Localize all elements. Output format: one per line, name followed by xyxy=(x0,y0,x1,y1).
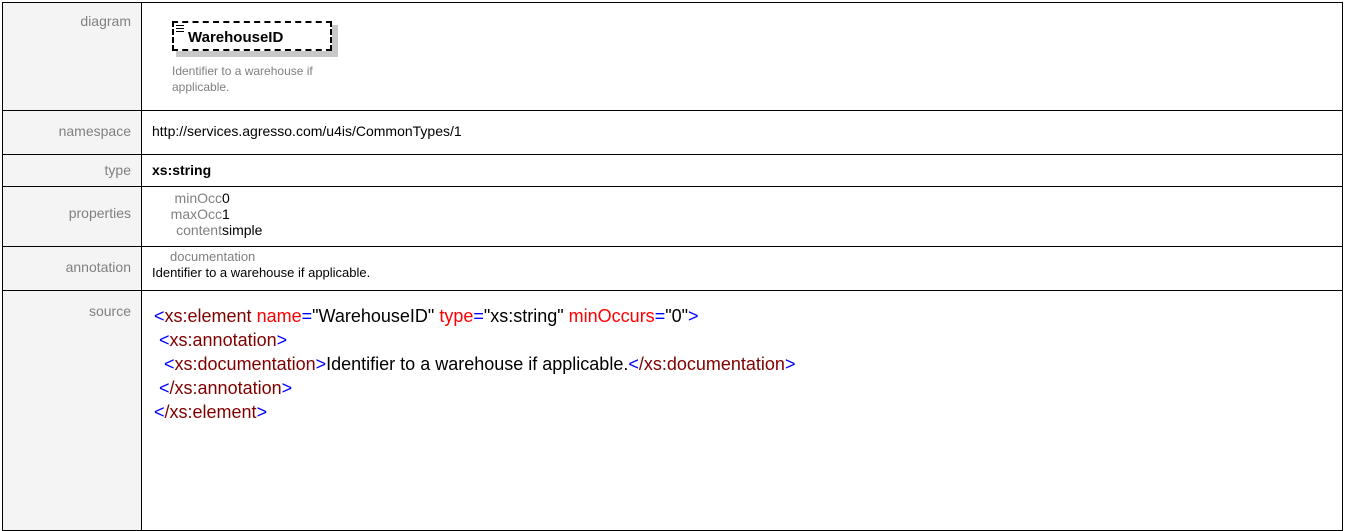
source-tag: /xs:documentation xyxy=(638,354,785,374)
annotation-text: Identifier to a warehouse if applicable. xyxy=(152,265,371,280)
description-line-1: Identifier to a warehouse if xyxy=(172,64,313,78)
description-line-2: applicable. xyxy=(172,80,230,94)
source-tag: /xs:element xyxy=(164,402,257,422)
property-row: minOcc 0 xyxy=(152,190,262,206)
source-cell: <xs:element name="WarehouseID" type="xs:… xyxy=(141,290,1343,531)
row-label-namespace: namespace xyxy=(2,110,142,155)
element-name: WarehouseID xyxy=(188,29,284,46)
element-box: WarehouseID xyxy=(172,21,332,51)
annotation-cell: documentation Identifier to a warehouse … xyxy=(141,246,1343,291)
documentation-lines-icon xyxy=(176,25,184,33)
diagram-row: diagram WarehouseID Identifier to a ware… xyxy=(2,2,1343,111)
annotation-title: documentation xyxy=(170,249,256,264)
properties-row: properties minOcc 0 maxOcc 1 content sim… xyxy=(2,186,1343,247)
source-attr-value: "0" xyxy=(665,306,688,326)
source-attr-value: "WarehouseID" xyxy=(312,306,435,326)
source-line-2: <xs:annotation> xyxy=(159,330,288,350)
source-code: <xs:element name="WarehouseID" type="xs:… xyxy=(152,291,1342,424)
property-key: content xyxy=(176,222,222,238)
element-description: Identifier to a warehouse if applicable. xyxy=(172,63,422,95)
property-value: simple xyxy=(222,222,263,238)
namespace-value: http://services.agresso.com/u4is/CommonT… xyxy=(141,110,1343,155)
source-tag: xs:documentation xyxy=(174,354,316,374)
row-label-properties: properties xyxy=(2,186,142,247)
property-row: content simple xyxy=(152,222,262,238)
source-line-1: <xs:element name="WarehouseID" type="xs:… xyxy=(154,306,699,326)
type-value: xs:string xyxy=(141,154,1343,187)
source-tag: xs:annotation xyxy=(169,330,277,350)
row-label-type: type xyxy=(2,154,142,187)
properties-cell: minOcc 0 maxOcc 1 content simple xyxy=(141,186,1343,247)
namespace-row: namespace http://services.agresso.com/u4… xyxy=(2,110,1343,155)
source-tag: xs:element xyxy=(164,306,252,326)
source-text: Identifier to a warehouse if applicable. xyxy=(326,354,629,374)
element-diagram[interactable]: WarehouseID xyxy=(172,21,344,57)
row-label-source: source xyxy=(2,290,142,531)
row-label-annotation: annotation xyxy=(2,246,142,291)
source-attr: name xyxy=(256,306,302,326)
source-line-3: <xs:documentation>Identifier to a wareho… xyxy=(164,354,796,374)
property-key: minOcc xyxy=(174,190,222,206)
source-tag: /xs:annotation xyxy=(169,378,282,398)
properties-table: minOcc 0 maxOcc 1 content simple xyxy=(152,190,263,238)
type-row: type xs:string xyxy=(2,154,1343,187)
source-attr: type xyxy=(439,306,474,326)
property-key: maxOcc xyxy=(170,206,222,222)
diagram-cell: WarehouseID Identifier to a warehouse if… xyxy=(141,2,1343,111)
source-row: source <xs:element name="WarehouseID" ty… xyxy=(2,290,1343,531)
source-attr-value: "xs:string" xyxy=(483,306,564,326)
source-line-4: </xs:annotation> xyxy=(159,378,293,398)
source-attr: minOccurs xyxy=(568,306,655,326)
property-value: 0 xyxy=(222,190,230,206)
property-row: maxOcc 1 xyxy=(152,206,262,222)
row-label-diagram: diagram xyxy=(2,2,142,111)
schema-doc-table: diagram WarehouseID Identifier to a ware… xyxy=(2,2,1343,531)
property-value: 1 xyxy=(222,206,230,222)
source-line-5: </xs:element> xyxy=(154,402,268,422)
annotation-row: annotation documentation Identifier to a… xyxy=(2,246,1343,291)
